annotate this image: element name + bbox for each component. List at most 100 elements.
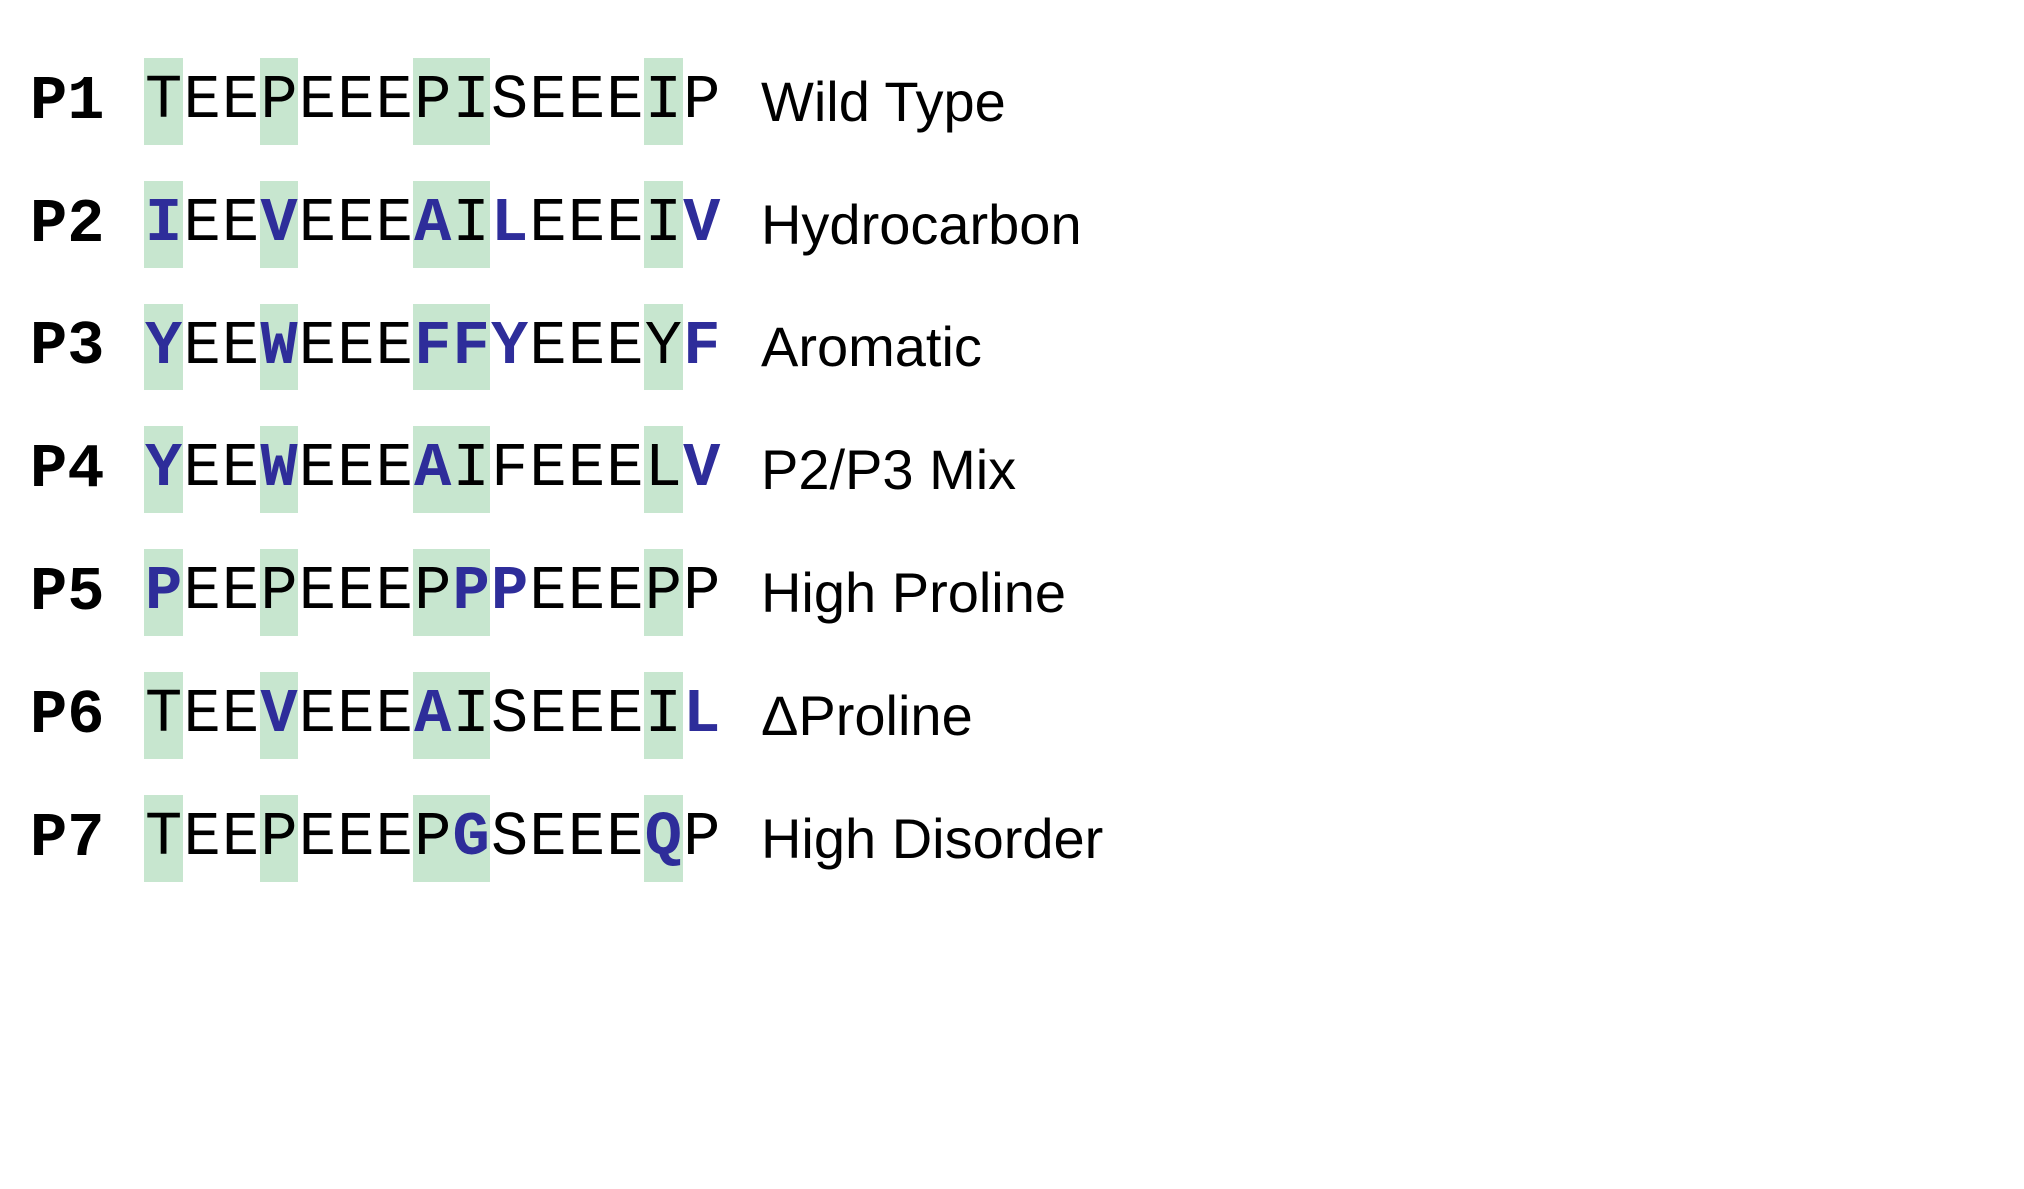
residue: Y: [490, 304, 528, 391]
sequence: IEEVEEEAILEEEIV: [144, 163, 721, 286]
residue: E: [375, 58, 413, 145]
sequence-row: P7TEEPEEEPGSEEEQPHigh Disorder: [30, 777, 1103, 900]
residue: F: [683, 304, 721, 391]
residue: E: [375, 672, 413, 759]
residue: E: [337, 549, 375, 636]
residue: F: [413, 304, 451, 391]
residue: Y: [144, 426, 182, 513]
residue: I: [644, 58, 682, 145]
row-id: P5: [30, 531, 144, 654]
residue: Y: [644, 304, 682, 391]
residue: E: [606, 672, 644, 759]
residue: F: [490, 426, 528, 513]
residue: E: [337, 426, 375, 513]
residue: E: [606, 304, 644, 391]
residue: P: [144, 549, 182, 636]
residue: E: [337, 795, 375, 882]
residue: F: [452, 304, 490, 391]
residue: P: [683, 549, 721, 636]
residue: I: [452, 672, 490, 759]
residue: E: [183, 549, 221, 636]
row-id: P1: [30, 40, 144, 163]
residue: E: [298, 549, 336, 636]
sequence: TEEVEEEAISEEEIL: [144, 654, 721, 777]
residue: T: [144, 795, 182, 882]
residue: E: [221, 304, 259, 391]
residue: E: [529, 58, 567, 145]
residue: I: [644, 181, 682, 268]
residue: T: [144, 58, 182, 145]
residue: W: [260, 426, 298, 513]
residue: I: [452, 426, 490, 513]
residue: E: [375, 304, 413, 391]
row-description: High Proline: [721, 531, 1103, 654]
sequence-row: P4YEEWEEEAIFEEELVP2/P3 Mix: [30, 408, 1103, 531]
residue: P: [490, 549, 528, 636]
residue: E: [606, 549, 644, 636]
residue: W: [260, 304, 298, 391]
residue: E: [567, 58, 605, 145]
row-description: High Disorder: [721, 777, 1103, 900]
residue: E: [606, 181, 644, 268]
sequence-row: P5PEEPEEEPPPEEEPPHigh Proline: [30, 531, 1103, 654]
residue: L: [644, 426, 682, 513]
residue: E: [221, 58, 259, 145]
residue: E: [567, 426, 605, 513]
row-id: P2: [30, 163, 144, 286]
sequence-row: P6TEEVEEEAISEEEILΔProline: [30, 654, 1103, 777]
sequence-alignment-table: P1TEEPEEEPISEEEIPWild TypeP2IEEVEEEAILEE…: [30, 40, 1103, 900]
residue: P: [413, 795, 451, 882]
sequence: TEEPEEEPISEEEIP: [144, 40, 721, 163]
residue: P: [260, 549, 298, 636]
sequence: YEEWEEEAIFEEELV: [144, 408, 721, 531]
residue: E: [337, 672, 375, 759]
row-description: ΔProline: [721, 654, 1103, 777]
residue: E: [375, 181, 413, 268]
residue: I: [144, 181, 182, 268]
residue: E: [529, 795, 567, 882]
residue: E: [606, 58, 644, 145]
residue: E: [221, 549, 259, 636]
residue: E: [183, 426, 221, 513]
residue: E: [529, 181, 567, 268]
sequence-row: P3YEEWEEEFFYEEEYFAromatic: [30, 286, 1103, 409]
residue: V: [260, 181, 298, 268]
residue: E: [375, 426, 413, 513]
residue: E: [183, 181, 221, 268]
row-id: P7: [30, 777, 144, 900]
residue: E: [183, 304, 221, 391]
residue: E: [567, 181, 605, 268]
residue: E: [529, 549, 567, 636]
residue: T: [144, 672, 182, 759]
residue: E: [337, 58, 375, 145]
residue: E: [221, 795, 259, 882]
residue: P: [683, 58, 721, 145]
residue: E: [375, 795, 413, 882]
row-description: Hydrocarbon: [721, 163, 1103, 286]
residue: I: [644, 672, 682, 759]
residue: P: [644, 549, 682, 636]
residue: E: [567, 672, 605, 759]
residue: I: [452, 58, 490, 145]
residue: E: [567, 549, 605, 636]
residue: E: [221, 672, 259, 759]
sequence-row: P1TEEPEEEPISEEEIPWild Type: [30, 40, 1103, 163]
residue: E: [529, 672, 567, 759]
residue: E: [221, 426, 259, 513]
residue: S: [490, 58, 528, 145]
residue: E: [375, 549, 413, 636]
residue: L: [490, 181, 528, 268]
residue: I: [452, 181, 490, 268]
residue: E: [529, 304, 567, 391]
sequence: PEEPEEEPPPEEEPP: [144, 531, 721, 654]
residue: A: [413, 426, 451, 513]
residue: P: [260, 795, 298, 882]
residue: V: [260, 672, 298, 759]
residue: G: [452, 795, 490, 882]
residue: P: [452, 549, 490, 636]
row-id: P6: [30, 654, 144, 777]
residue: E: [221, 181, 259, 268]
residue: E: [529, 426, 567, 513]
row-description: Wild Type: [721, 40, 1103, 163]
residue: E: [183, 795, 221, 882]
